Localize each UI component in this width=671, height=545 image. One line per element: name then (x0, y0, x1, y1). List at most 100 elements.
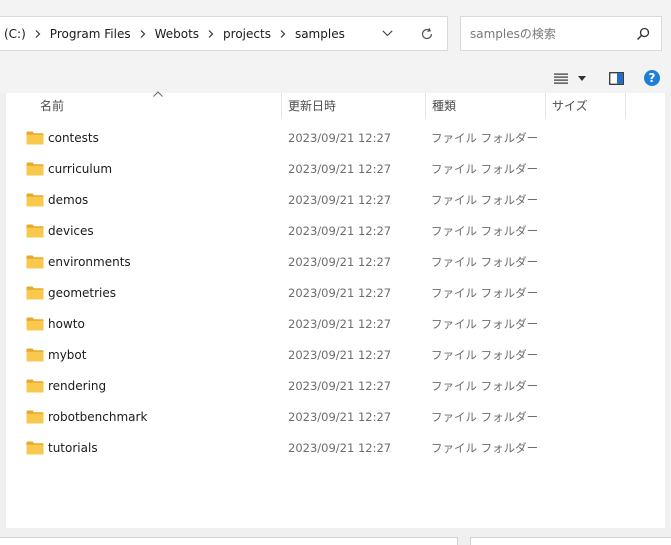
folder-icon (26, 317, 44, 330)
address-bar-row: (C:) Program Files Webots projects sampl… (0, 0, 671, 62)
folder-icon (26, 348, 44, 361)
folder-icon (26, 162, 44, 175)
file-name: geometries (48, 285, 117, 300)
folder-icon (26, 410, 44, 423)
bottom-panel-right (470, 537, 671, 545)
column-header-name[interactable]: 名前 (34, 93, 282, 118)
file-type: ファイル フォルダー (431, 440, 539, 455)
chevron-right-icon[interactable] (273, 29, 293, 38)
table-row[interactable]: tutorials 2023/09/21 12:27 ファイル フォルダー (6, 432, 665, 463)
breadcrumb-program-files[interactable]: Program Files (48, 17, 133, 50)
file-name: demos (48, 192, 89, 207)
preview-pane-icon[interactable] (606, 67, 626, 89)
column-header-name-label: 名前 (40, 99, 65, 113)
table-row[interactable]: demos 2023/09/21 12:27 ファイル フォルダー (6, 184, 665, 215)
column-header-type[interactable]: 種類 (426, 93, 546, 118)
file-date: 2023/09/21 12:27 (288, 378, 392, 393)
file-name-cell[interactable]: mybot (26, 339, 86, 370)
file-type: ファイル フォルダー (431, 130, 539, 145)
file-type: ファイル フォルダー (431, 409, 539, 424)
folder-icon (26, 255, 44, 268)
file-name-cell[interactable]: geometries (26, 277, 116, 308)
chevron-right-icon[interactable] (133, 29, 153, 38)
file-date: 2023/09/21 12:27 (288, 223, 392, 238)
breadcrumb-drive[interactable]: (C:) (0, 17, 28, 50)
file-name: tutorials (48, 440, 98, 455)
file-name: environments (48, 254, 131, 269)
file-name: contests (48, 130, 99, 145)
breadcrumb-samples[interactable]: samples (293, 17, 347, 50)
file-name-cell[interactable]: howto (26, 308, 85, 339)
file-name: rendering (48, 378, 107, 393)
file-date: 2023/09/21 12:27 (288, 254, 392, 269)
folder-icon (26, 131, 44, 144)
file-name: mybot (48, 347, 87, 362)
column-header-size[interactable]: サイズ (546, 93, 626, 118)
view-toolbar: ? (0, 62, 671, 93)
search-icon[interactable] (635, 26, 651, 42)
file-name-cell[interactable]: contests (26, 122, 99, 153)
column-header-date-label: 更新日時 (288, 99, 337, 113)
folder-icon (26, 441, 44, 454)
file-name: robotbenchmark (48, 409, 148, 424)
file-date: 2023/09/21 12:27 (288, 161, 392, 176)
file-name-cell[interactable]: tutorials (26, 432, 98, 463)
file-date: 2023/09/21 12:27 (288, 285, 392, 300)
file-date: 2023/09/21 12:27 (288, 192, 392, 207)
file-type: ファイル フォルダー (431, 285, 539, 300)
file-name-cell[interactable]: curriculum (26, 153, 112, 184)
file-type: ファイル フォルダー (431, 192, 539, 207)
column-header-type-label: 種類 (432, 99, 457, 113)
breadcrumb-projects[interactable]: projects (221, 17, 273, 50)
help-icon[interactable]: ? (642, 67, 662, 89)
folder-icon (26, 193, 44, 206)
table-row[interactable]: rendering 2023/09/21 12:27 ファイル フォルダー (6, 370, 665, 401)
list-view-icon[interactable] (552, 67, 570, 89)
folder-icon (26, 379, 44, 392)
file-date: 2023/09/21 12:27 (288, 440, 392, 455)
chevron-down-icon[interactable] (375, 17, 399, 50)
chevron-right-icon[interactable] (28, 29, 48, 38)
table-row[interactable]: robotbenchmark 2023/09/21 12:27 ファイル フォルダー (6, 401, 665, 432)
breadcrumb-webots[interactable]: Webots (153, 17, 201, 50)
file-name: howto (48, 316, 85, 331)
search-input[interactable] (461, 17, 621, 50)
address-bar[interactable]: (C:) Program Files Webots projects sampl… (0, 16, 448, 51)
folder-icon (26, 286, 44, 299)
bottom-panel-left (0, 537, 458, 545)
table-row[interactable]: devices 2023/09/21 12:27 ファイル フォルダー (6, 215, 665, 246)
column-header-size-label: サイズ (552, 99, 588, 113)
file-type: ファイル フォルダー (431, 316, 539, 331)
file-type: ファイル フォルダー (431, 161, 539, 176)
file-type: ファイル フォルダー (431, 254, 539, 269)
table-row[interactable]: howto 2023/09/21 12:27 ファイル フォルダー (6, 308, 665, 339)
file-name-cell[interactable]: rendering (26, 370, 106, 401)
file-name-cell[interactable]: demos (26, 184, 88, 215)
file-type: ファイル フォルダー (431, 378, 539, 393)
status-area (0, 528, 671, 545)
file-date: 2023/09/21 12:27 (288, 347, 392, 362)
search-box[interactable] (460, 16, 662, 51)
column-header-date[interactable]: 更新日時 (282, 93, 426, 118)
caret-down-icon[interactable] (576, 67, 588, 89)
file-type: ファイル フォルダー (431, 223, 539, 238)
file-name-cell[interactable]: environments (26, 246, 131, 277)
help-glyph: ? (649, 71, 656, 85)
table-row[interactable]: mybot 2023/09/21 12:27 ファイル フォルダー (6, 339, 665, 370)
file-name: devices (48, 223, 94, 238)
folder-icon (26, 224, 44, 237)
file-date: 2023/09/21 12:27 (288, 409, 392, 424)
file-name-cell[interactable]: robotbenchmark (26, 401, 147, 432)
table-row[interactable]: geometries 2023/09/21 12:27 ファイル フォルダー (6, 277, 665, 308)
file-name-cell[interactable]: devices (26, 215, 94, 246)
file-explorer-window: (C:) Program Files Webots projects sampl… (0, 0, 671, 545)
file-type: ファイル フォルダー (431, 347, 539, 362)
table-row[interactable]: environments 2023/09/21 12:27 ファイル フォルダー (6, 246, 665, 277)
file-list-pane[interactable]: 名前 更新日時 種類 サイズ contests 2023/09/21 12:27 フ… (6, 91, 665, 528)
refresh-icon[interactable] (411, 17, 443, 50)
chevron-right-icon[interactable] (201, 29, 221, 38)
file-name: curriculum (48, 161, 113, 176)
table-row[interactable]: contests 2023/09/21 12:27 ファイル フォルダー (6, 122, 665, 153)
table-row[interactable]: curriculum 2023/09/21 12:27 ファイル フォルダー (6, 153, 665, 184)
column-header-row: 名前 更新日時 種類 サイズ (6, 91, 665, 118)
